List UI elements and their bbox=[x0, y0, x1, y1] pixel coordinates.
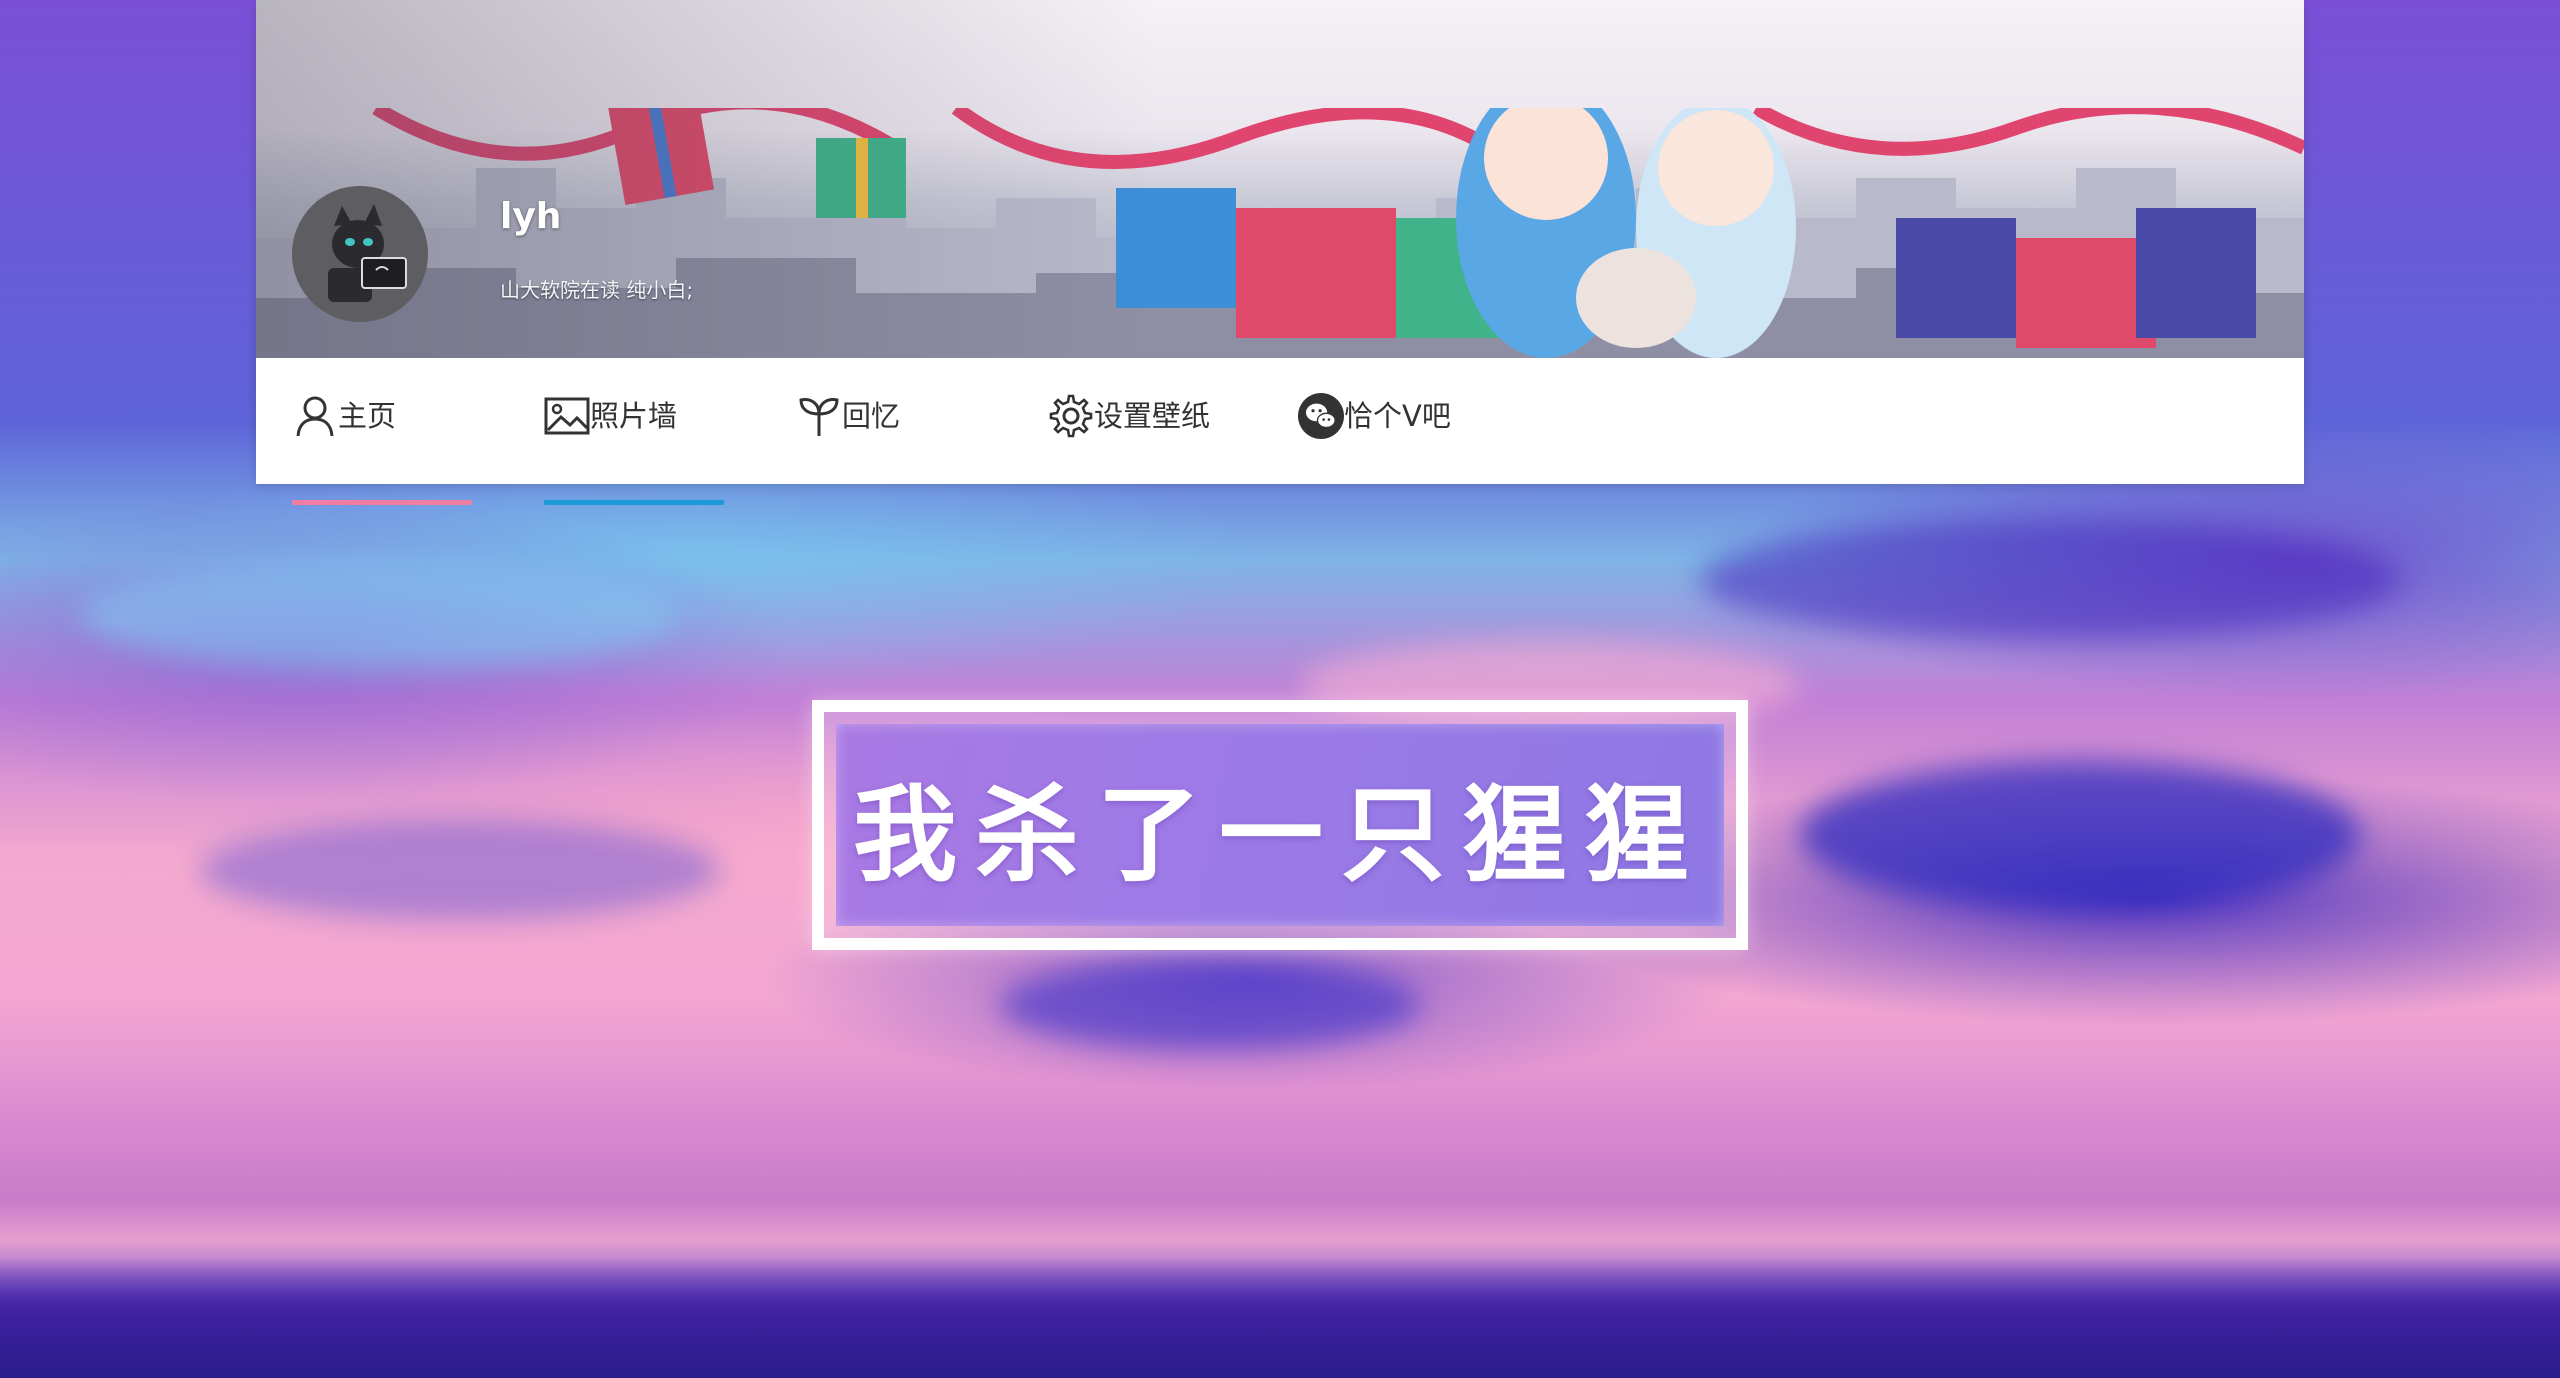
gear-icon bbox=[1048, 394, 1094, 438]
hero-title-inner: 我杀了一只猩猩 bbox=[836, 724, 1724, 926]
avatar[interactable] bbox=[292, 186, 428, 322]
hero-title-box: 我杀了一只猩猩 bbox=[812, 700, 1748, 950]
image-icon bbox=[544, 394, 590, 438]
tab-memories-label: 回忆 bbox=[842, 399, 901, 433]
tab-wechat[interactable]: 恰个V吧 bbox=[1298, 393, 1498, 468]
avatar-cat-icon bbox=[292, 186, 428, 322]
wechat-icon bbox=[1298, 393, 1344, 439]
profile-bio: 山大软院在读 纯小白; bbox=[500, 278, 694, 302]
tab-set-wallpaper[interactable]: 设置壁纸 bbox=[1048, 394, 1248, 468]
nav-bar: 主页 照片墙 回忆 设置壁纸 恰个V吧 bbox=[256, 358, 2304, 505]
tab-home-underline bbox=[292, 500, 472, 505]
tab-photo-wall-underline bbox=[544, 500, 724, 505]
cloud-decoration bbox=[80, 560, 680, 670]
tab-home-label: 主页 bbox=[338, 399, 397, 433]
sprout-icon bbox=[796, 394, 842, 438]
cloud-decoration bbox=[1800, 760, 2360, 910]
tab-home[interactable]: 主页 bbox=[292, 394, 472, 505]
tab-photo-wall[interactable]: 照片墙 bbox=[544, 394, 724, 505]
hero-title: 我杀了一只猩猩 bbox=[852, 773, 1707, 896]
ground-silhouette bbox=[0, 1258, 2560, 1378]
page-background: lyh 山大软院在读 纯小白; 主页 照片墙 回忆 设置壁纸 恰个V吧 我杀了一… bbox=[0, 0, 2560, 1378]
banner-image bbox=[256, 0, 2304, 358]
cloud-decoration bbox=[200, 820, 720, 920]
tab-wechat-label: 恰个V吧 bbox=[1344, 399, 1451, 433]
profile-username: lyh bbox=[500, 196, 562, 237]
cloud-decoration bbox=[1700, 520, 2400, 640]
tab-memories[interactable]: 回忆 bbox=[796, 394, 976, 468]
user-icon bbox=[292, 394, 338, 438]
tab-set-wallpaper-label: 设置壁纸 bbox=[1094, 399, 1211, 433]
cloud-decoration bbox=[1000, 960, 1420, 1050]
profile-header: lyh 山大软院在读 纯小白; 主页 照片墙 回忆 设置壁纸 恰个V吧 bbox=[256, 0, 2304, 505]
tab-photo-wall-label: 照片墙 bbox=[590, 399, 678, 433]
